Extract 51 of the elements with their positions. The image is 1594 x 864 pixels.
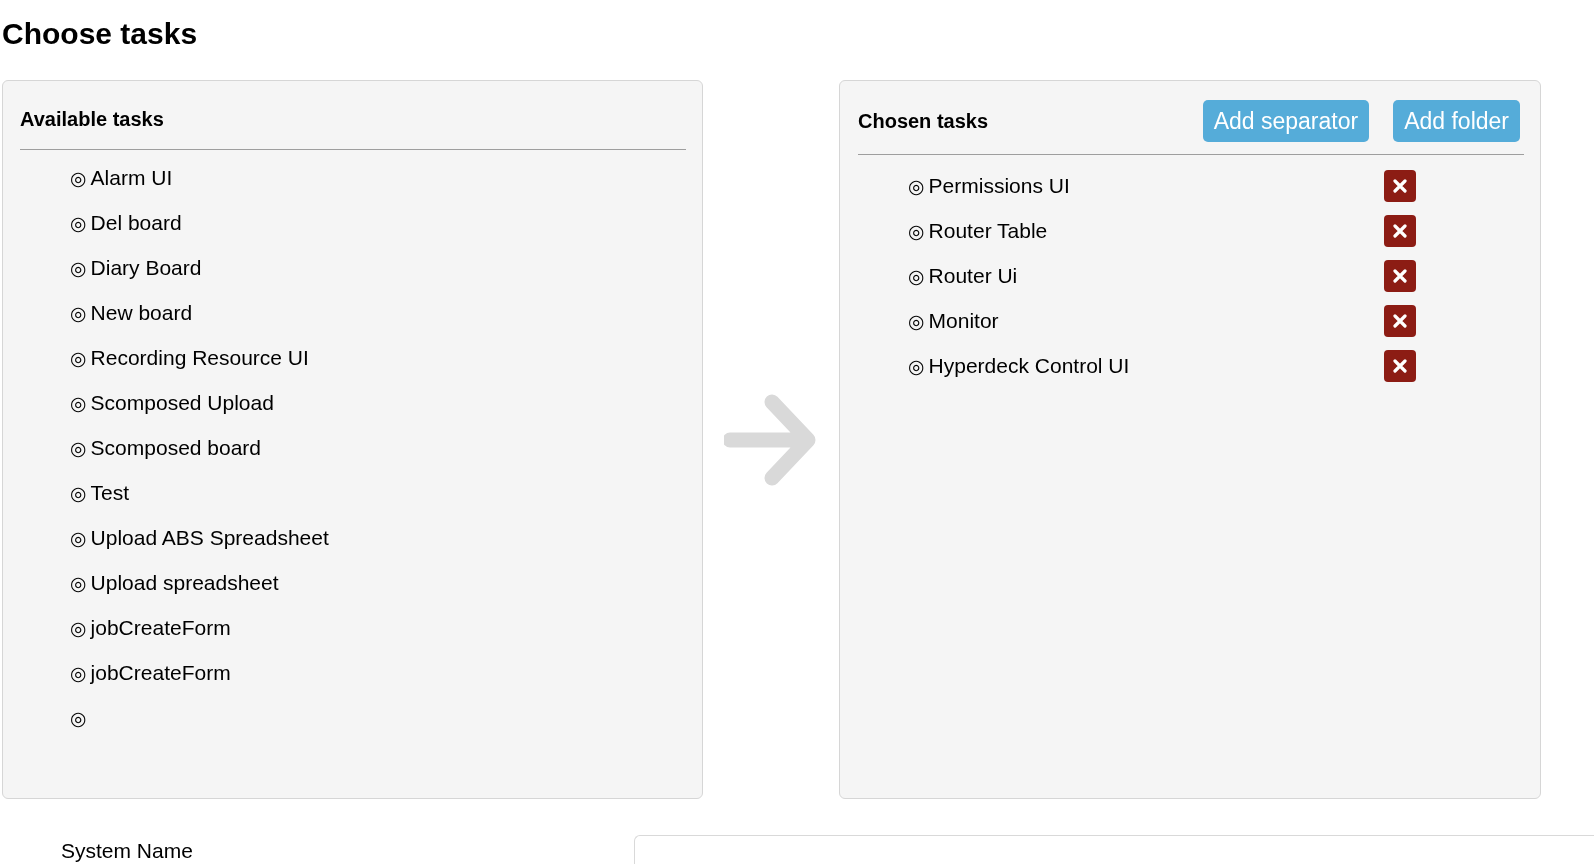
remove-button[interactable] [1384,259,1416,292]
task-name[interactable]: Diary Board [90,254,202,281]
bullseye-icon: ◎ [908,264,925,287]
field-label: System Name [61,839,193,862]
task-name[interactable]: Scomposed Upload [90,389,274,416]
remove-button[interactable] [1384,214,1416,247]
input-field[interactable] [634,835,1594,864]
bullseye-icon: ◎ [70,616,87,639]
bullseye-icon: ◎ [70,526,87,549]
task-name[interactable]: jobCreateForm [90,614,231,641]
close-icon [1393,223,1407,238]
task-name[interactable]: Router Ui [928,262,1018,289]
close-icon [1393,358,1407,373]
task-name[interactable]: Del board [90,209,182,236]
bullseye-icon: ◎ [70,436,87,459]
task-name[interactable]: Hyperdeck Control UI [928,352,1130,379]
close-icon [1393,268,1407,283]
task-name[interactable]: Upload spreadsheet [90,569,279,596]
task-name[interactable]: Router Table [928,217,1048,244]
close-icon [1393,178,1407,193]
remove-button[interactable] [1384,349,1416,382]
bullseye-icon: ◎ [908,309,925,332]
bullseye-icon: ◎ [70,661,87,684]
bullseye-icon: ◎ [70,166,87,189]
bullseye-icon: ◎ [70,706,87,729]
bullseye-icon: ◎ [70,571,87,594]
panel-title: Chosen tasks [858,109,989,134]
bullseye-icon: ◎ [70,346,87,369]
task-name[interactable]: New board [90,299,193,326]
task-name[interactable]: Monitor [928,307,999,334]
bullseye-icon: ◎ [70,211,87,234]
task-name[interactable]: Scomposed board [90,434,262,461]
task-name[interactable]: Permissions UI [928,172,1070,199]
panel-title: Available tasks [20,107,164,132]
close-icon [1393,313,1407,328]
remove-button[interactable] [1384,169,1416,202]
task-name[interactable]: Recording Resource UI [90,344,309,371]
bullseye-icon: ◎ [908,174,925,197]
bullseye-icon: ◎ [908,354,925,377]
page-title: Choose tasks [1,16,198,52]
bullseye-icon: ◎ [70,481,87,504]
bullseye-icon: ◎ [70,256,87,279]
bullseye-icon: ◎ [70,301,87,324]
task-name[interactable]: Alarm UI [90,164,173,191]
bullseye-icon: ◎ [908,219,925,242]
task-name[interactable]: jobCreateForm [90,659,231,686]
task-name[interactable]: Test [90,479,130,506]
right-arrow-icon [724,393,818,486]
remove-button[interactable] [1384,304,1416,337]
task-name[interactable]: Upload ABS Spreadsheet [90,524,329,551]
bullseye-icon: ◎ [70,391,87,414]
